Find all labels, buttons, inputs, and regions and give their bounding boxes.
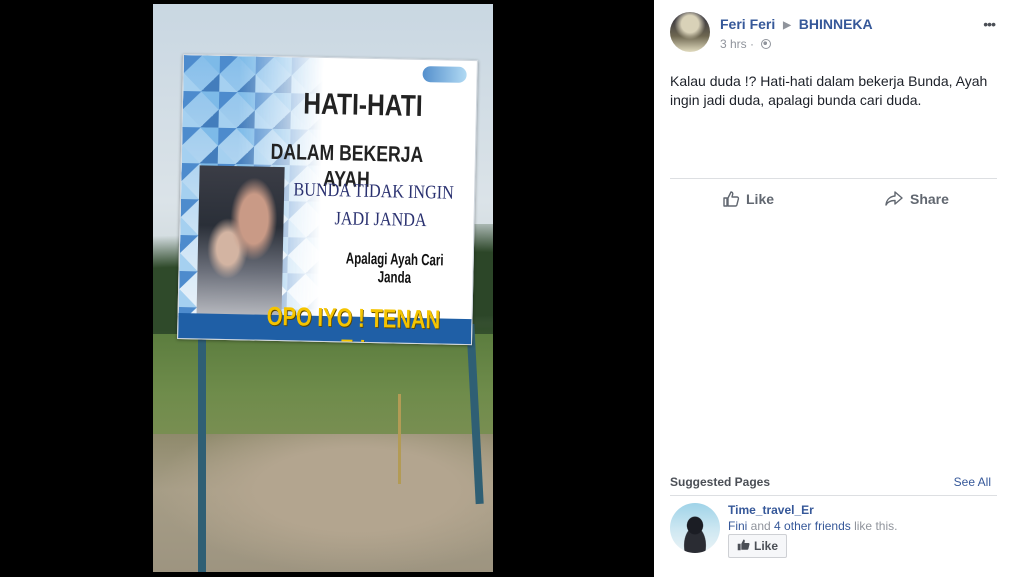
and-text: and (747, 519, 775, 533)
divider (670, 495, 997, 496)
meta-separator: · (750, 37, 758, 51)
author-avatar[interactable] (670, 12, 710, 52)
see-all-link[interactable]: See All (954, 475, 991, 489)
sign-couple-photo (196, 165, 285, 318)
suggested-page-social: Fini and 4 other friends like this. (728, 519, 897, 533)
like-this-text: like this. (850, 519, 898, 533)
sign-pole-left (198, 324, 206, 572)
post-time[interactable]: 3 hrs (720, 37, 747, 51)
post-text: Kalau duda !? Hati-hati dalam bekerja Bu… (670, 73, 988, 108)
author-name[interactable]: Feri Feri (720, 16, 775, 32)
author-line: Feri Feri ▶ BHINNEKA (720, 16, 873, 32)
suggested-pages-title: Suggested Pages (670, 475, 771, 489)
post-photo[interactable]: HATI-HATI DALAM BEKERJA AYAH BUNDA TIDAK… (153, 4, 493, 572)
like-label: Like (746, 191, 775, 207)
thumbs-up-icon (737, 538, 750, 554)
post-meta: 3 hrs · (720, 37, 772, 51)
thumbs-up-icon (722, 190, 740, 208)
caret-right-icon: ▶ (783, 20, 791, 31)
sign-line-5: Apalagi Ayah Cari Janda (345, 250, 444, 287)
page-like-button[interactable]: Like (728, 534, 788, 558)
sign-line-3: BUNDA TIDAK INGIN (293, 179, 455, 204)
wooden-stake (398, 394, 401, 484)
other-friends-link[interactable]: 4 other friends (774, 519, 851, 533)
billboard-sign: HATI-HATI DALAM BEKERJA AYAH BUNDA TIDAK… (177, 54, 478, 346)
page-like-label: Like (754, 539, 779, 553)
page-avatar[interactable] (670, 503, 720, 553)
share-label: Share (910, 191, 949, 207)
sign-line-4: JADI JANDA (334, 208, 427, 232)
sign-logo (422, 66, 467, 83)
group-name[interactable]: BHINNEKA (799, 16, 873, 32)
photo-viewer: HATI-HATI DALAM BEKERJA AYAH BUNDA TIDAK… (0, 0, 653, 577)
friend-link[interactable]: Fini (728, 519, 747, 533)
like-button[interactable]: Like (722, 190, 774, 208)
suggested-page-name[interactable]: Time_travel_Er (728, 503, 814, 517)
sign-line-1: HATI-HATI (302, 87, 423, 124)
more-options-icon[interactable]: ••• (983, 16, 996, 32)
divider (670, 178, 997, 179)
sign-line-6: OPO IYO ! TENAN E ! (266, 300, 441, 345)
share-arrow-icon (884, 190, 904, 208)
globe-icon[interactable] (761, 39, 772, 49)
post-panel: Feri Feri ▶ BHINNEKA 3 hrs · ••• Kalau d… (654, 0, 1017, 577)
share-button[interactable]: Share (884, 190, 949, 208)
